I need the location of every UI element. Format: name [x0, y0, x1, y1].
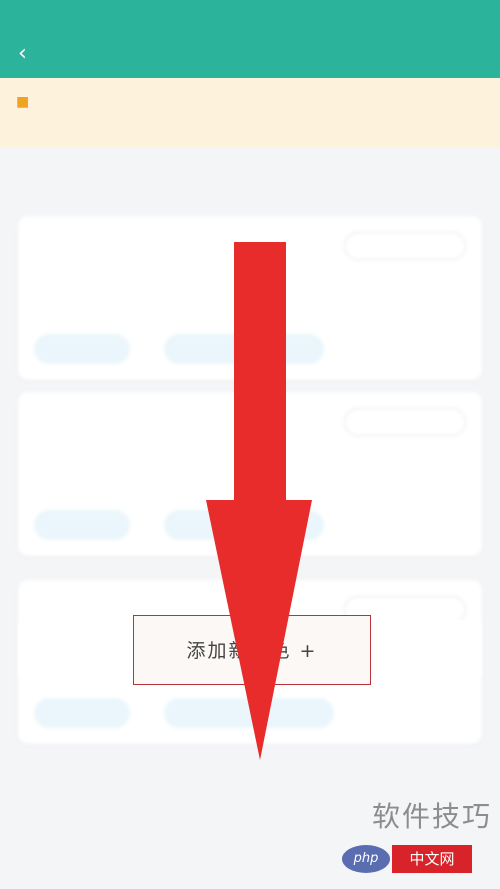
add-role-button[interactable]: 添加新角色 +	[133, 615, 371, 685]
role-tag[interactable]	[34, 510, 130, 540]
logo-site-name: 中文网	[392, 845, 472, 873]
status-bar	[0, 0, 500, 30]
role-card[interactable]	[18, 216, 482, 380]
role-tag[interactable]	[164, 698, 334, 728]
app-header: ‹	[0, 30, 500, 78]
warning-icon: ■	[16, 94, 30, 110]
role-tag[interactable]	[34, 334, 130, 364]
site-logo: php 中文网	[342, 841, 492, 877]
logo-php: php	[342, 845, 390, 873]
role-tag[interactable]	[164, 334, 324, 364]
role-tag[interactable]	[164, 510, 324, 540]
role-tag[interactable]	[34, 698, 130, 728]
role-list	[0, 148, 500, 889]
role-card[interactable]	[18, 392, 482, 556]
notice-banner: ■	[0, 78, 500, 148]
watermark-title: 软件技巧	[371, 800, 492, 833]
watermark: 软件技巧 php 中文网	[342, 793, 494, 883]
chevron-left-icon[interactable]: ‹	[18, 41, 27, 66]
role-edit-button[interactable]	[344, 408, 466, 436]
role-edit-button[interactable]	[344, 232, 466, 260]
